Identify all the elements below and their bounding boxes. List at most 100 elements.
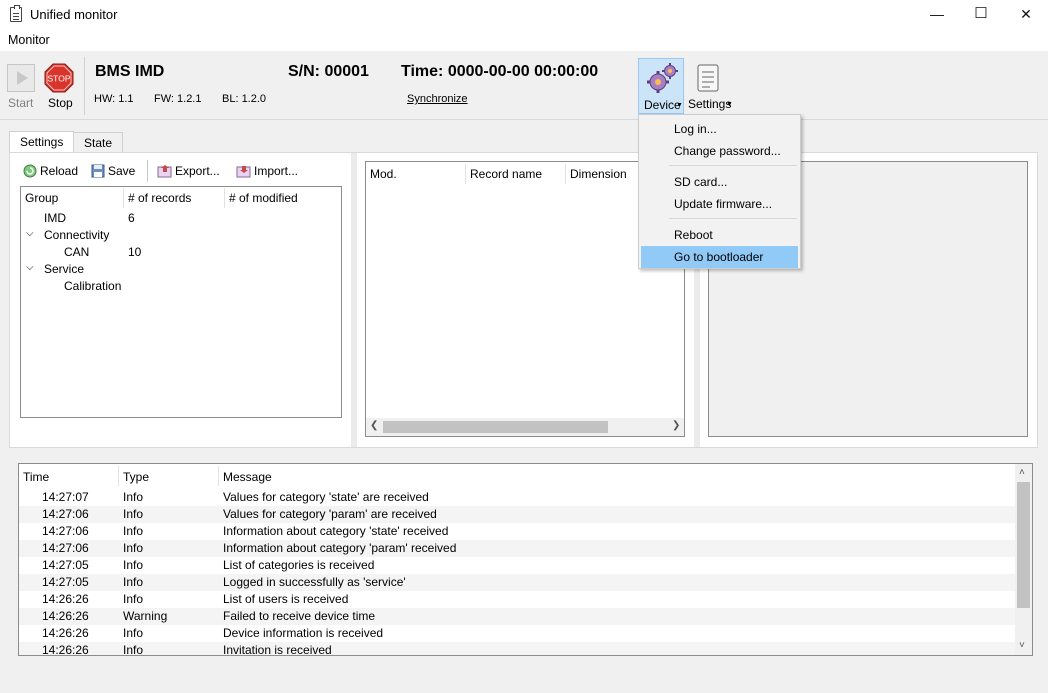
start-label: Start <box>8 96 34 110</box>
scroll-left-icon[interactable]: ❮ <box>370 420 378 431</box>
menu-separator <box>669 165 797 166</box>
log-row[interactable]: 14:26:26 Warning Failed to receive device … <box>19 608 1015 625</box>
menu-item-change-password[interactable]: Change password... <box>641 140 798 162</box>
log-message: Values for category 'state' are received <box>223 490 429 504</box>
tab-state[interactable]: State <box>73 132 124 152</box>
log-time: 14:26:26 <box>42 626 89 640</box>
bl-version: BL: 1.2.0 <box>222 93 267 105</box>
vertical-scrollbar[interactable]: ˄ ˅ <box>1015 464 1032 655</box>
log-row[interactable]: 14:26:26 Info Invitation is received <box>19 642 1015 656</box>
floppy-disk-icon <box>91 164 105 178</box>
log-row[interactable]: 14:26:26 Info Device information is receiv… <box>19 625 1015 642</box>
records-table[interactable]: Mod. Record name Dimension ❮ ❯ <box>365 161 685 437</box>
column-header-records[interactable]: # of records <box>128 191 191 205</box>
scroll-right-icon[interactable]: ❯ <box>672 420 680 431</box>
chevron-down-icon[interactable]: ⌵ <box>26 228 34 239</box>
gears-icon <box>647 63 678 93</box>
tree-item-imd[interactable]: IMD <box>44 211 66 225</box>
start-button[interactable] <box>7 64 35 92</box>
settings-button[interactable]: Settings ▼ <box>686 58 733 114</box>
chevron-down-icon[interactable]: ⌵ <box>26 262 34 273</box>
tree-item-service[interactable]: Service <box>44 262 84 276</box>
log-time: 14:27:06 <box>42 541 89 555</box>
main-toolbar <box>0 51 1048 120</box>
log-type: Info <box>123 490 144 504</box>
log-row[interactable]: 14:27:07 Info Values for category 'state' … <box>19 489 1015 506</box>
group-tree[interactable] <box>20 186 342 418</box>
log-type: Warning <box>123 609 168 623</box>
title-bar: Unified monitor — ☐ ✕ <box>0 0 1048 30</box>
tree-item-calibration[interactable]: Calibration <box>64 279 121 293</box>
column-header-type[interactable]: Type <box>123 470 149 484</box>
log-row[interactable]: 14:27:06 Info Information about category '… <box>19 540 1015 557</box>
log-time: 14:26:26 <box>42 643 89 656</box>
log-table[interactable]: Time Type Message 14:27:07 Info Values for… <box>18 463 1033 656</box>
tree-item-can[interactable]: CAN <box>64 245 89 259</box>
log-row[interactable]: 14:27:05 Info Logged in successfully as 's… <box>19 574 1015 591</box>
horizontal-scrollbar[interactable]: ❮ ❯ <box>366 418 684 436</box>
column-header-group[interactable]: Group <box>25 191 58 205</box>
menu-item-update-firmware[interactable]: Update firmware... <box>641 193 798 215</box>
column-header-modified[interactable]: # of modified <box>229 191 298 205</box>
stop-button[interactable]: STOP <box>44 63 74 93</box>
menu-item-log-in[interactable]: Log in... <box>641 118 798 140</box>
menu-item-go-to-bootloader[interactable]: Go to bootloader <box>641 246 798 268</box>
stop-sign-icon: STOP <box>44 63 74 93</box>
log-type: Info <box>123 524 144 538</box>
device-dropdown-arrow-icon: ▼ <box>676 102 683 109</box>
log-time: 14:27:06 <box>42 507 89 521</box>
log-type: Info <box>123 575 144 589</box>
tab-settings[interactable]: Settings <box>9 131 75 153</box>
log-message: List of users is received <box>223 592 349 606</box>
log-message: List of categories is received <box>223 558 375 572</box>
column-header-mod[interactable]: Mod. <box>370 167 397 181</box>
column-header-time[interactable]: Time <box>23 470 49 484</box>
column-divider <box>218 466 219 486</box>
log-time: 14:27:07 <box>42 490 89 504</box>
serial-number: S/N: 00001 <box>288 63 369 80</box>
menu-bar: Monitor <box>0 30 1048 51</box>
splitter-handle[interactable] <box>351 153 357 447</box>
device-name: BMS IMD <box>95 63 165 80</box>
scrollbar-thumb[interactable] <box>383 421 608 433</box>
window-title: Unified monitor <box>30 7 118 22</box>
synchronize-link[interactable]: Synchronize <box>407 93 468 105</box>
log-message: Device information is received <box>223 626 384 640</box>
device-button[interactable]: Device ▼ <box>638 58 684 114</box>
log-row[interactable]: 14:27:06 Info Values for category 'param' … <box>19 506 1015 523</box>
log-type: Info <box>123 541 144 555</box>
tree-item-connectivity[interactable]: Connectivity <box>44 228 109 242</box>
column-header-record-name[interactable]: Record name <box>470 167 542 181</box>
log-row[interactable]: 14:26:26 Info List of users is received <box>19 591 1015 608</box>
log-time: 14:26:26 <box>42 609 89 623</box>
toolbar-separator <box>84 57 85 115</box>
column-divider <box>123 188 124 208</box>
log-type: Info <box>123 643 144 656</box>
column-header-dimension[interactable]: Dimension <box>570 167 627 181</box>
settings-dropdown-arrow-icon: ▼ <box>726 101 733 108</box>
menu-item-sd-card[interactable]: SD card... <box>641 171 798 193</box>
log-type: Info <box>123 558 144 572</box>
column-header-message[interactable]: Message <box>223 470 272 484</box>
column-divider <box>224 188 225 208</box>
log-time: 14:27:06 <box>42 524 89 538</box>
menu-item-reboot[interactable]: Reboot <box>641 224 798 246</box>
export-label: Export... <box>175 164 220 178</box>
log-type: Info <box>123 592 144 606</box>
log-time: 14:27:05 <box>42 575 89 589</box>
close-button[interactable]: ✕ <box>1003 0 1048 30</box>
minimize-button[interactable]: — <box>914 0 960 30</box>
log-row[interactable]: 14:27:05 Info List of categories is receiv… <box>19 557 1015 574</box>
tools-separator <box>147 160 148 182</box>
scroll-up-icon[interactable]: ˄ <box>1019 467 1025 478</box>
scrollbar-thumb[interactable] <box>1017 482 1030 608</box>
log-time: 14:27:05 <box>42 558 89 572</box>
device-time: Time: 0000-00-00 00:00:00 <box>401 63 599 80</box>
menu-monitor[interactable]: Monitor <box>8 33 50 47</box>
maximize-button[interactable]: ☐ <box>958 0 1004 30</box>
stop-label: Stop <box>48 96 73 110</box>
reload-icon <box>23 164 37 178</box>
scroll-down-icon[interactable]: ˅ <box>1019 640 1025 651</box>
stop-sign-text: STOP <box>48 74 71 84</box>
log-row[interactable]: 14:27:06 Info Information about category '… <box>19 523 1015 540</box>
